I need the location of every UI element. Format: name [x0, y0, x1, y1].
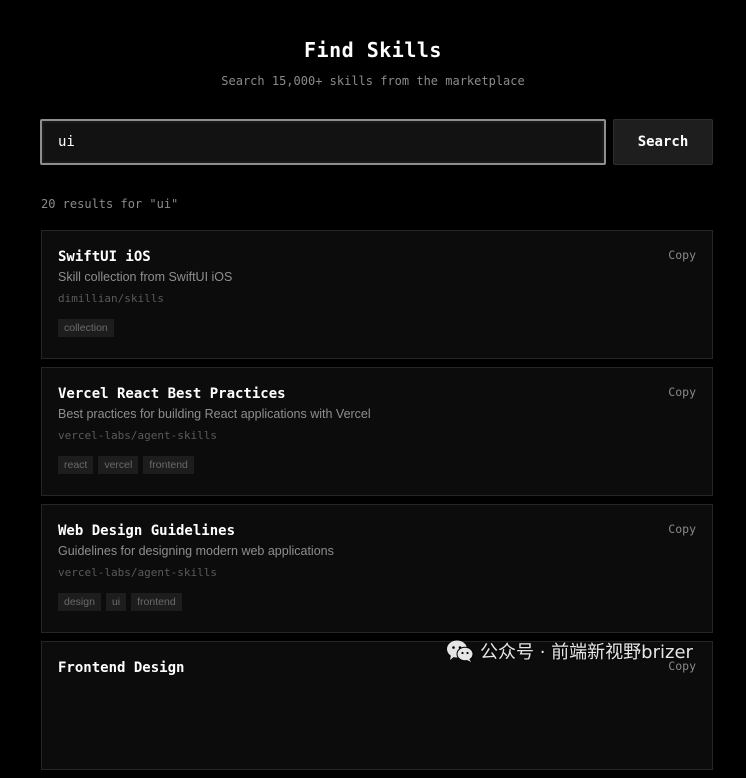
skill-repo: vercel-labs/agent-skills: [58, 429, 217, 442]
results-list: SwiftUI iOS Skill collection from SwiftU…: [41, 230, 713, 778]
results-count: 20 results for "ui": [41, 197, 179, 211]
skill-tag: ui: [105, 593, 127, 611]
skill-description: Guidelines for designing modern web appl…: [58, 544, 334, 558]
skill-description: Skill collection from SwiftUI iOS: [58, 270, 233, 284]
skill-tag: react: [58, 456, 94, 474]
page-subtitle: Search 15,000+ skills from the marketpla…: [221, 74, 525, 88]
skill-title: SwiftUI iOS: [58, 249, 151, 265]
search-button[interactable]: Search: [613, 119, 713, 165]
page-header: Find Skills Search 15,000+ skills from t…: [0, 0, 746, 89]
skill-title: Vercel React Best Practices: [58, 386, 286, 402]
skill-tag: design: [58, 593, 101, 611]
skill-card[interactable]: SwiftUI iOS Skill collection from SwiftU…: [41, 230, 713, 359]
copy-button[interactable]: Copy: [668, 385, 696, 399]
skill-repo: vercel-labs/agent-skills: [58, 566, 217, 579]
skill-tag: frontend: [131, 593, 182, 611]
skill-card[interactable]: Vercel React Best Practices Best practic…: [41, 367, 713, 496]
skill-tags: design ui frontend: [58, 593, 696, 611]
skill-card[interactable]: Web Design Guidelines Guidelines for des…: [41, 504, 713, 633]
wechat-icon: [447, 640, 474, 662]
page-title: Find Skills: [304, 38, 442, 62]
copy-button[interactable]: Copy: [668, 522, 696, 536]
watermark-text: 公众号 · 前端新视野brizer: [480, 642, 693, 663]
skill-tags: collection: [58, 319, 696, 337]
skill-tag: collection: [58, 319, 114, 337]
watermark: 公众号 · 前端新视野brizer: [446, 638, 693, 664]
skill-tags: react vercel frontend: [58, 456, 696, 474]
copy-button[interactable]: Copy: [668, 248, 696, 262]
skill-description: Best practices for building React applic…: [58, 407, 371, 421]
skill-tag: frontend: [143, 456, 194, 474]
search-input[interactable]: [40, 119, 606, 165]
skill-tag: vercel: [98, 456, 139, 474]
skill-repo: dimillian/skills: [58, 292, 164, 305]
skill-title: Web Design Guidelines: [58, 523, 236, 539]
search-bar: Search: [40, 119, 713, 165]
